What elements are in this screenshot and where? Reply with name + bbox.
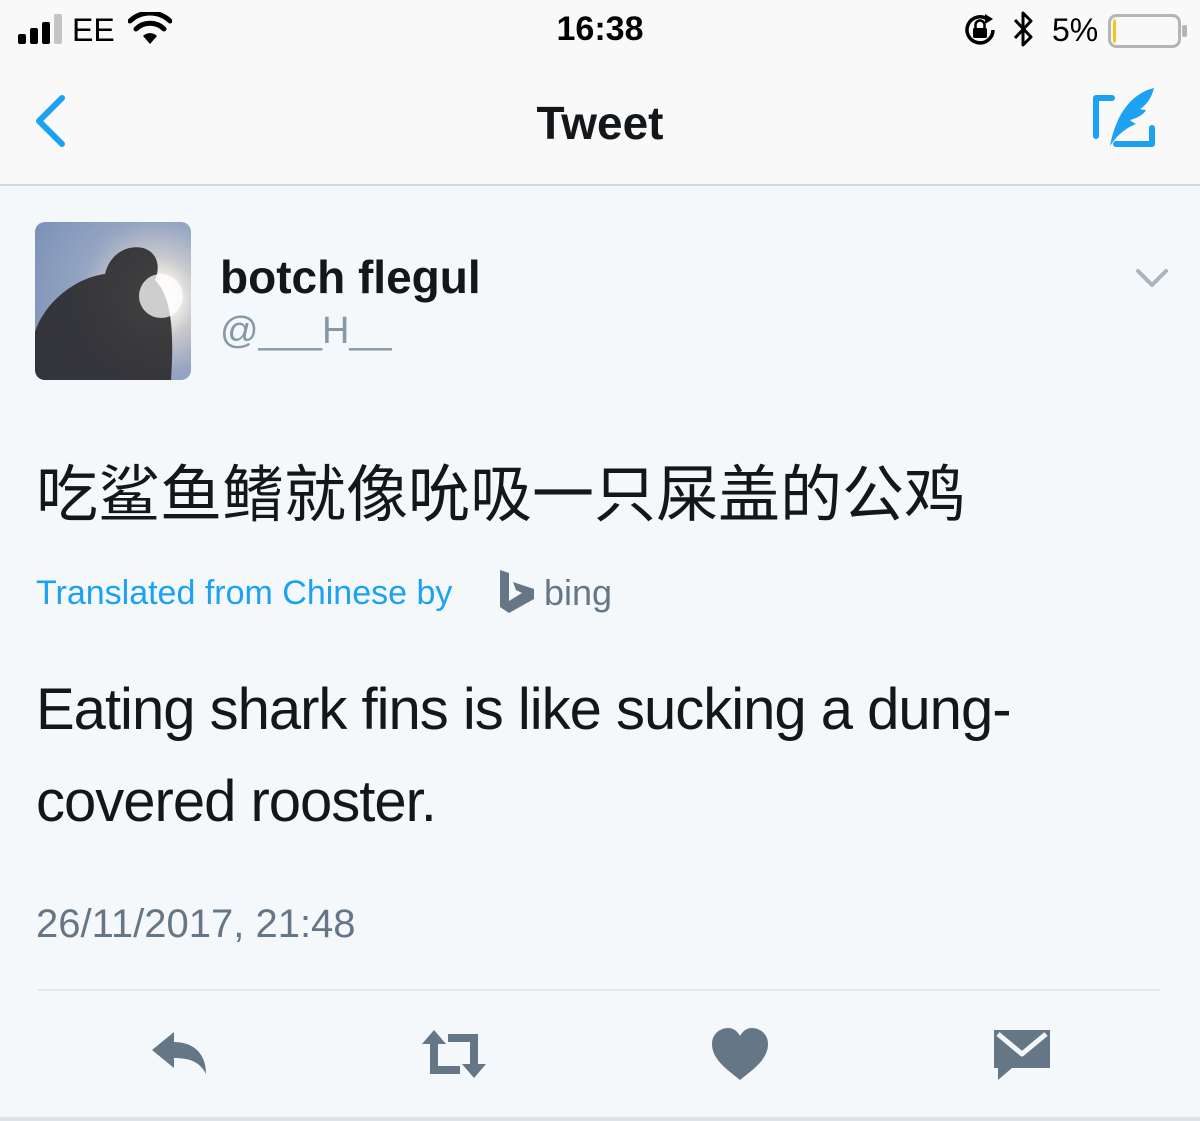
translation-label: Translated from Chinese by xyxy=(36,574,453,612)
navigation-bar: Tweet xyxy=(0,62,1200,186)
rotation-lock-icon xyxy=(965,14,995,45)
status-bar: EE 16:38 5% xyxy=(0,0,1200,62)
direct-message-icon[interactable] xyxy=(990,1024,1054,1084)
tweet-timestamp: 26/11/2017, 21:48 xyxy=(36,902,356,946)
user-handle[interactable]: @___H__ xyxy=(220,310,392,353)
translation-provider: bing xyxy=(544,572,613,613)
retweet-icon[interactable] xyxy=(422,1024,486,1084)
bluetooth-icon xyxy=(1013,11,1033,47)
page-title: Tweet xyxy=(536,97,664,149)
display-name[interactable]: botch flegul xyxy=(220,250,481,304)
chevron-down-icon[interactable] xyxy=(1134,266,1170,290)
avatar[interactable] xyxy=(35,222,191,380)
battery-percent: 5% xyxy=(1052,12,1099,48)
tweet-detail: botch flegul @___H__ 吃鲨鱼鳍就像吮吸一只屎盖的公鸡 Tra… xyxy=(0,186,1200,1121)
reply-icon[interactable] xyxy=(148,1024,212,1084)
compose-tweet-icon[interactable] xyxy=(1090,84,1160,154)
bing-logo-icon xyxy=(500,570,534,613)
avatar-silhouette xyxy=(35,247,183,380)
bottom-separator xyxy=(0,1117,1200,1121)
like-icon[interactable] xyxy=(708,1024,772,1084)
tweet-original-text: 吃鲨鱼鳍就像吮吸一只屎盖的公鸡 xyxy=(36,458,967,531)
battery-icon xyxy=(1108,14,1187,48)
divider xyxy=(38,989,1160,991)
tweet-translated-text: Eating shark fins is like sucking a dung… xyxy=(36,677,1012,834)
